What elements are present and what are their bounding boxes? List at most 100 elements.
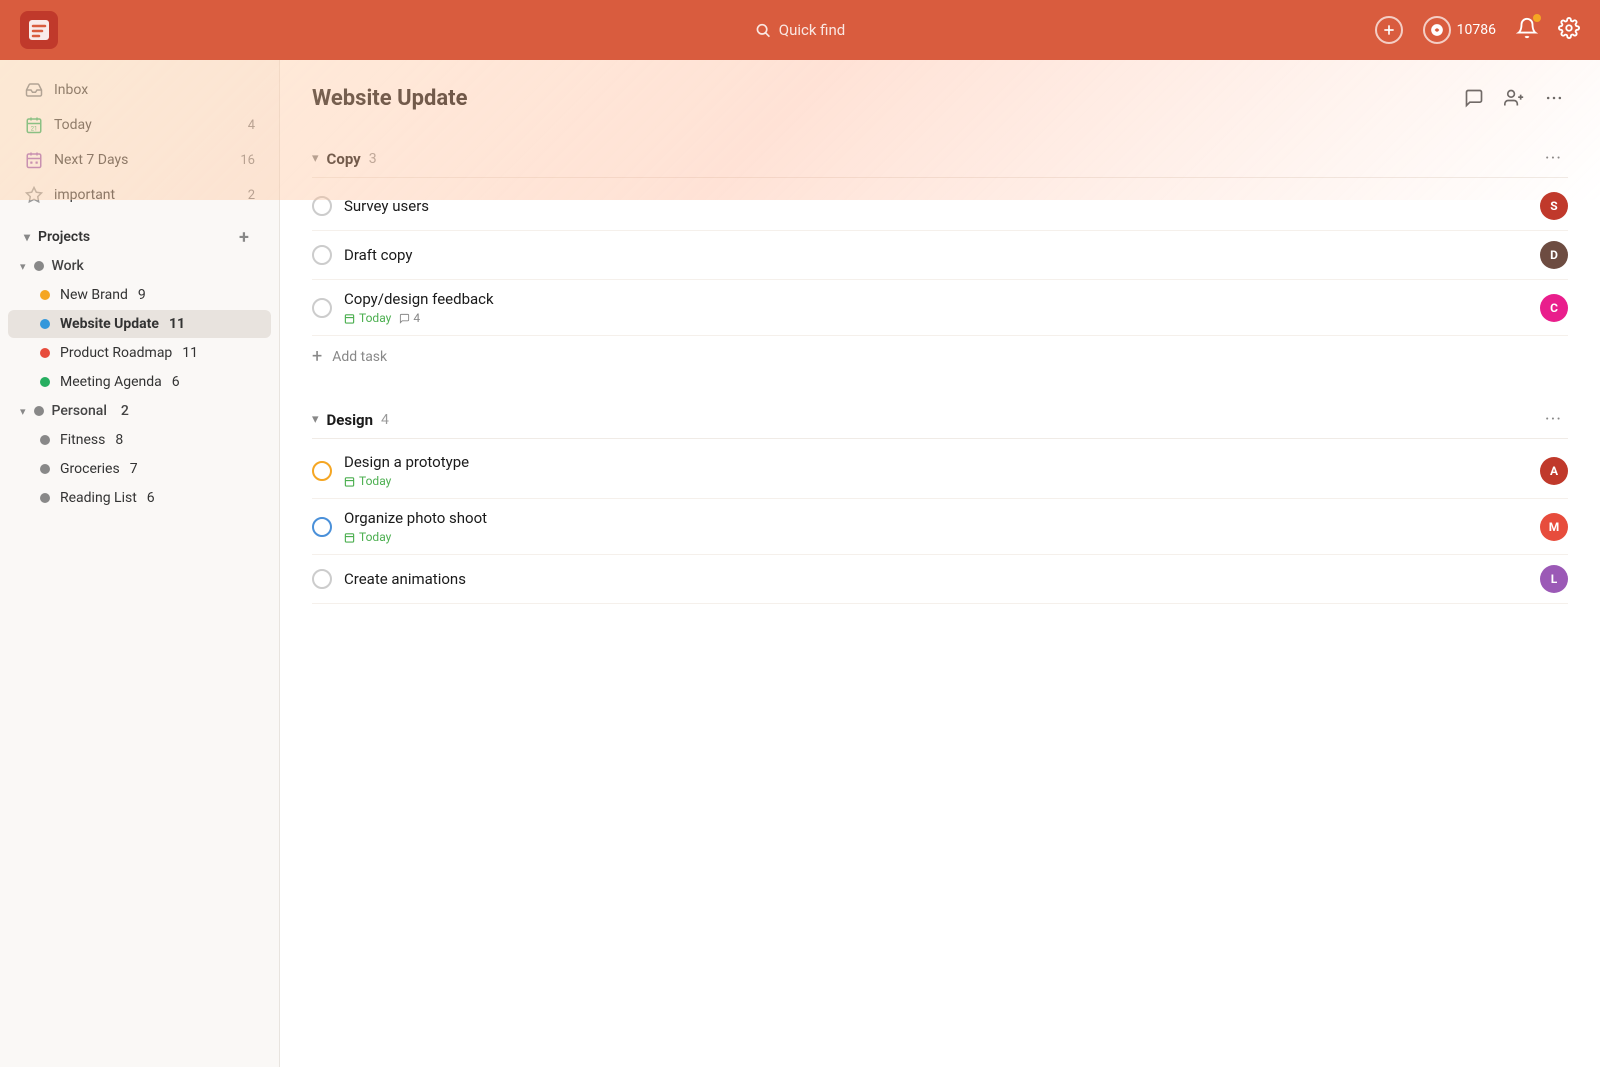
search-bar[interactable]: Quick find xyxy=(755,21,845,39)
next7days-label: Next 7 Days xyxy=(54,152,230,168)
task-avatar-feedback: C xyxy=(1540,294,1568,322)
sidebar-item-product-roadmap[interactable]: Product Roadmap 11 xyxy=(8,339,271,367)
page-actions xyxy=(1460,84,1568,112)
design-section: ▾ Design 4 ··· Design a prototype xyxy=(312,401,1568,604)
task-info-animations: Create animations xyxy=(344,570,1528,588)
sidebar-item-meeting-agenda[interactable]: Meeting Agenda 6 xyxy=(8,368,271,396)
copy-section-count: 3 xyxy=(369,151,377,167)
table-row: Organize photo shoot Today M xyxy=(312,499,1568,555)
fitness-label: Fitness xyxy=(60,432,105,448)
topbar: Quick find 10786 xyxy=(0,0,1600,60)
reading-list-count: 6 xyxy=(147,490,155,506)
product-roadmap-dot xyxy=(40,348,50,358)
sidebar-item-today[interactable]: 21 Today 4 xyxy=(8,108,271,142)
website-update-count: 11 xyxy=(169,316,185,332)
task-due-label-photoshoot: Today xyxy=(359,530,391,544)
projects-chevron[interactable]: ▾ xyxy=(24,230,30,244)
add-task-plus-icon: + xyxy=(312,346,322,367)
task-name-photoshoot: Organize photo shoot xyxy=(344,509,1528,527)
design-chevron[interactable]: ▾ xyxy=(312,412,319,427)
task-avatar-prototype: A xyxy=(1540,457,1568,485)
svg-text:21: 21 xyxy=(31,125,38,132)
personal-label: Personal xyxy=(52,403,107,419)
settings-button[interactable] xyxy=(1558,17,1580,43)
important-label: important xyxy=(54,187,238,203)
meeting-agenda-dot xyxy=(40,377,50,387)
notifications-button[interactable] xyxy=(1516,17,1538,43)
karma-display[interactable]: 10786 xyxy=(1423,16,1496,44)
table-row: Design a prototype Today A xyxy=(312,443,1568,499)
task-meta-photoshoot: Today xyxy=(344,530,1528,544)
comments-button[interactable] xyxy=(1460,84,1488,112)
personal-count: 2 xyxy=(121,403,129,419)
topbar-actions: 10786 xyxy=(1375,16,1580,44)
karma-icon xyxy=(1423,16,1451,44)
task-checkbox-photoshoot[interactable] xyxy=(312,517,332,537)
table-row: Copy/design feedback Today xyxy=(312,280,1568,336)
add-member-button[interactable] xyxy=(1500,84,1528,112)
copy-chevron[interactable]: ▾ xyxy=(312,151,319,166)
work-dot xyxy=(34,261,44,271)
design-section-count: 4 xyxy=(381,412,389,428)
today-icon: 21 xyxy=(24,115,44,135)
sidebar-item-important[interactable]: important 2 xyxy=(8,178,271,212)
table-row: Survey users S xyxy=(312,182,1568,231)
app-logo[interactable] xyxy=(20,11,58,49)
sidebar-item-groceries[interactable]: Groceries 7 xyxy=(8,455,271,483)
personal-chevron: ▾ xyxy=(20,405,26,418)
product-roadmap-label: Product Roadmap xyxy=(60,345,172,361)
task-checkbox-animations[interactable] xyxy=(312,569,332,589)
table-row: Draft copy D xyxy=(312,231,1568,280)
add-task-copy[interactable]: + Add task xyxy=(312,336,1568,377)
task-comments-feedback[interactable]: 4 xyxy=(399,311,420,325)
sidebar-item-website-update[interactable]: Website Update 11 xyxy=(8,310,271,338)
design-section-more[interactable]: ··· xyxy=(1539,407,1568,432)
task-name-prototype: Design a prototype xyxy=(344,453,1528,471)
inbox-label: Inbox xyxy=(54,82,255,98)
groceries-dot xyxy=(40,464,50,474)
fitness-dot xyxy=(40,435,50,445)
copy-section-header: ▾ Copy 3 ··· xyxy=(312,140,1568,178)
page-title: Website Update xyxy=(312,86,1460,111)
task-avatar-survey: S xyxy=(1540,192,1568,220)
task-checkbox-prototype[interactable] xyxy=(312,461,332,481)
sidebar-item-next7days[interactable]: Next 7 Days 16 xyxy=(8,143,271,177)
sidebar-item-reading-list[interactable]: Reading List 6 xyxy=(8,484,271,512)
main-content: Website Update xyxy=(280,60,1600,1067)
task-info-photoshoot: Organize photo shoot Today xyxy=(344,509,1528,544)
task-due-label-prototype: Today xyxy=(359,474,391,488)
task-due-feedback[interactable]: Today xyxy=(344,311,391,325)
task-name-draft: Draft copy xyxy=(344,246,1528,264)
task-meta-prototype: Today xyxy=(344,474,1528,488)
sidebar-item-new-brand[interactable]: New Brand 9 xyxy=(8,281,271,309)
sidebar-item-inbox[interactable]: Inbox xyxy=(8,73,271,107)
add-project-button[interactable]: + xyxy=(233,226,255,248)
page-header: Website Update xyxy=(312,84,1568,112)
task-checkbox-survey[interactable] xyxy=(312,196,332,216)
groceries-label: Groceries xyxy=(60,461,120,477)
task-avatar-photoshoot: M xyxy=(1540,513,1568,541)
next7days-icon xyxy=(24,150,44,170)
add-button[interactable] xyxy=(1375,16,1403,44)
work-group-header[interactable]: ▾ Work xyxy=(0,252,279,280)
projects-section-header: ▾ Projects + xyxy=(8,216,271,252)
task-due-photoshoot[interactable]: Today xyxy=(344,530,391,544)
product-roadmap-count: 11 xyxy=(182,345,198,361)
personal-group-header[interactable]: ▾ Personal 2 xyxy=(0,397,279,425)
task-comment-count-feedback: 4 xyxy=(413,311,420,325)
meeting-agenda-label: Meeting Agenda xyxy=(60,374,162,390)
task-checkbox-draft[interactable] xyxy=(312,245,332,265)
copy-section-name: Copy xyxy=(327,150,361,168)
task-name-survey: Survey users xyxy=(344,197,1528,215)
work-chevron: ▾ xyxy=(20,260,26,273)
task-avatar-animations: L xyxy=(1540,565,1568,593)
website-update-dot xyxy=(40,319,50,329)
copy-section-more[interactable]: ··· xyxy=(1539,146,1568,171)
task-due-prototype[interactable]: Today xyxy=(344,474,391,488)
groceries-count: 7 xyxy=(130,461,138,477)
task-name-animations: Create animations xyxy=(344,570,1528,588)
projects-label: Projects xyxy=(38,229,90,245)
sidebar-item-fitness[interactable]: Fitness 8 xyxy=(8,426,271,454)
more-options-button[interactable] xyxy=(1540,84,1568,112)
task-checkbox-feedback[interactable] xyxy=(312,298,332,318)
